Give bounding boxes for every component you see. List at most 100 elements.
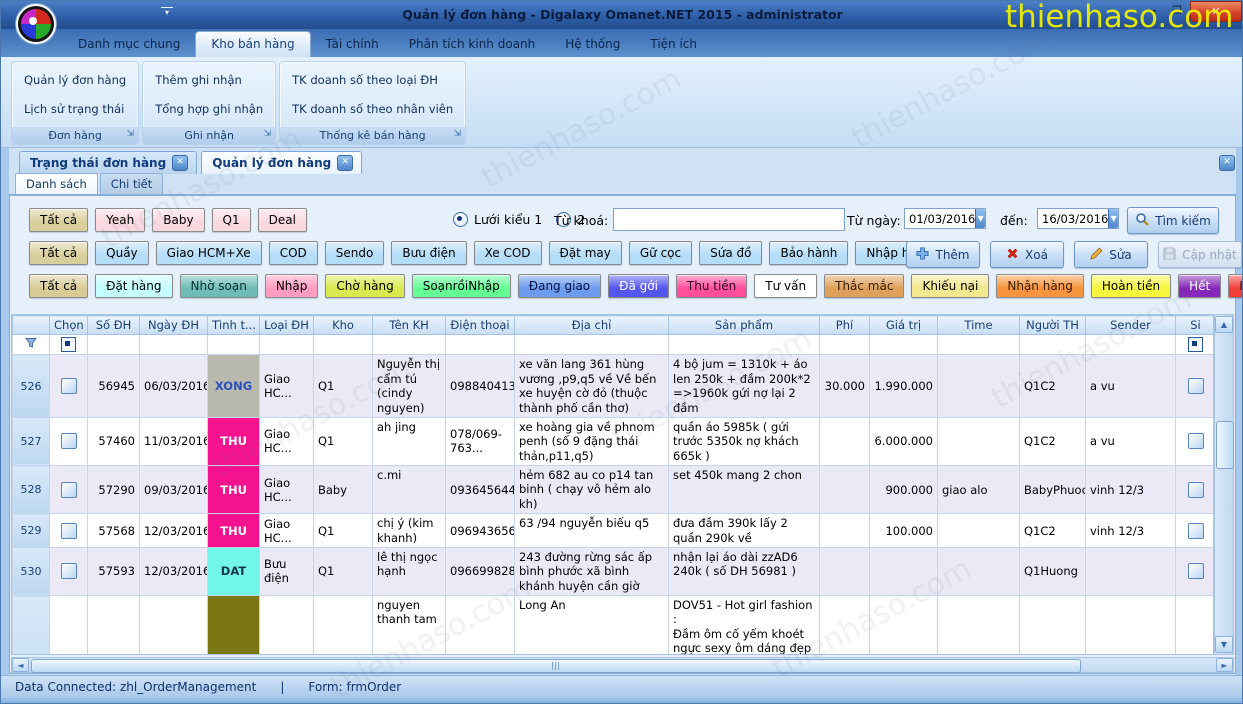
row-indicator[interactable]: 526 bbox=[13, 355, 50, 418]
filter-type-b-o-h-nh[interactable]: Bảo hành bbox=[769, 241, 848, 265]
cell-time[interactable] bbox=[938, 417, 1020, 465]
scroll-left-icon[interactable]: ◄ bbox=[12, 658, 29, 672]
column-header-ng-i-th[interactable]: Người TH bbox=[1020, 316, 1086, 335]
cell-so_dh[interactable]: 56455 bbox=[88, 596, 140, 656]
cell-so_dh[interactable]: 57568 bbox=[88, 514, 140, 548]
column-header-i-n-tho-i[interactable]: Điện thoại bbox=[446, 316, 515, 335]
from-date-dropdown-icon[interactable]: ▼ bbox=[975, 209, 985, 228]
filter-status-g-i[interactable]: Đã gới bbox=[608, 274, 669, 298]
filter-status-t-t-c[interactable]: Tất cả bbox=[29, 274, 88, 298]
row-checkbox[interactable] bbox=[61, 482, 77, 498]
app-logo-icon[interactable] bbox=[15, 3, 57, 45]
row-checkbox[interactable] bbox=[1188, 482, 1204, 498]
filter-cell-dia_chi[interactable] bbox=[515, 335, 669, 355]
horizontal-scroll-thumb[interactable] bbox=[31, 659, 1081, 673]
filter-cell-san_pham[interactable] bbox=[669, 335, 820, 355]
ribbon-button-qu-n-l-n-h-ng[interactable]: Quản lý đơn hàng bbox=[20, 71, 130, 89]
cell-so_dh[interactable]: 56945 bbox=[88, 355, 140, 418]
filter-checkbox[interactable] bbox=[61, 337, 76, 352]
filter-type-b-u-i-n[interactable]: Bưu điện bbox=[391, 241, 466, 265]
column-header-t-n-kh[interactable]: Tên KH bbox=[373, 316, 446, 335]
cell-dien_thoai[interactable]: 0966998282 bbox=[446, 547, 515, 595]
column-header-s-n-ph-m[interactable]: Sản phẩm bbox=[669, 316, 820, 335]
cell-loai_dh[interactable]: Sendo bbox=[260, 596, 314, 656]
cell-ngay_dh[interactable]: 12/03/2016 bbox=[140, 514, 208, 548]
ribbon-tab-t-i-ch-nh[interactable]: Tài chính bbox=[311, 32, 394, 57]
tab-close-icon[interactable]: ✕ bbox=[337, 155, 353, 171]
cell-chon[interactable] bbox=[50, 596, 88, 656]
cell-loai_dh[interactable]: Giao HC... bbox=[260, 466, 314, 514]
cell-ten_kh[interactable]: Nguyễn thị cẩm tú (cindy nguyen) bbox=[373, 355, 446, 418]
filter-cell-nguoi_th[interactable] bbox=[1020, 335, 1086, 355]
cell-sender[interactable]: a vu bbox=[1086, 417, 1176, 465]
cell-dia_chi[interactable]: 63 /94 nguyễn biếu q5 bbox=[515, 514, 669, 548]
column-header-a-ch[interactable]: Địa chỉ bbox=[515, 316, 669, 335]
cell-gia_tri[interactable]: 6.000.000 bbox=[870, 417, 938, 465]
ribbon-button-tk-doanh-s-theo-lo-i-h[interactable]: TK doanh số theo loại ĐH bbox=[288, 71, 457, 89]
filter-channel-q1[interactable]: Q1 bbox=[212, 208, 251, 232]
filter-status-nh-p[interactable]: Nhập bbox=[265, 274, 319, 298]
cell-san_pham[interactable]: quần áo 5985k ( gứi trước 5350k nợ khách… bbox=[669, 417, 820, 465]
cell-kho[interactable]: Q1 bbox=[314, 355, 373, 418]
cell-gia_tri[interactable]: 900.000 bbox=[870, 466, 938, 514]
ribbon-button-t-ng-h-p-ghi-nh-n[interactable]: Tổng hợp ghi nhận bbox=[151, 100, 267, 118]
filter-type-t-may[interactable]: Đặt may bbox=[549, 241, 622, 265]
scroll-right-icon[interactable]: ► bbox=[1216, 658, 1233, 672]
filter-cell-ngay_dh[interactable] bbox=[140, 335, 208, 355]
ribbon-button-l-ch-s-tr-ng-th-i[interactable]: Lịch sử trạng thái bbox=[20, 100, 130, 118]
column-header-t-nh-t[interactable]: Tình t... bbox=[208, 316, 260, 335]
cell-gia_tri[interactable]: 100.000 bbox=[870, 514, 938, 548]
close-button[interactable]: ✕ bbox=[1190, 1, 1242, 22]
minimize-button[interactable]: — bbox=[1138, 1, 1164, 19]
row-checkbox[interactable] bbox=[1188, 433, 1204, 449]
column-header-sender[interactable]: Sender bbox=[1086, 316, 1176, 335]
cell-sender[interactable]: a vu bbox=[1086, 355, 1176, 418]
sub-tab-danh-s-ch[interactable]: Danh sách bbox=[15, 173, 98, 194]
cell-si[interactable] bbox=[1176, 466, 1215, 514]
ribbon-tab-kho-b-n-h-ng[interactable]: Kho bán hàng bbox=[195, 31, 310, 57]
cell-nguoi_th[interactable]: Q1Huong bbox=[1020, 596, 1086, 656]
cell-gia_tri[interactable]: 376.000 bbox=[870, 596, 938, 656]
cell-time[interactable] bbox=[938, 547, 1020, 595]
cell-tinh_trang[interactable]: XONG bbox=[208, 355, 260, 418]
row-checkbox[interactable] bbox=[61, 433, 77, 449]
cell-sender[interactable]: vinh 12/3 bbox=[1086, 466, 1176, 514]
filter-status-t-v-n[interactable]: Tư vấn bbox=[754, 274, 817, 298]
row-checkbox[interactable] bbox=[1188, 563, 1204, 579]
filter-type-cod[interactable]: COD bbox=[269, 241, 318, 265]
filter-status-th-c-m-c[interactable]: Thắc mắc bbox=[824, 274, 904, 298]
cell-ten_kh[interactable]: c.mi bbox=[373, 466, 446, 514]
filter-status-h-t[interactable]: Hết bbox=[1178, 274, 1221, 298]
cell-dia_chi[interactable]: 243 đường rừng sác ấp bình phước xã bình… bbox=[515, 547, 669, 595]
column-header-lo-i-h[interactable]: Loại ĐH bbox=[260, 316, 314, 335]
cell-loai_dh[interactable]: Bưu điện bbox=[260, 547, 314, 595]
cell-si[interactable] bbox=[1176, 417, 1215, 465]
filter-cell-si[interactable] bbox=[1176, 335, 1215, 355]
filter-channel-t-t-c[interactable]: Tất cả bbox=[29, 208, 88, 232]
cell-loai_dh[interactable]: Giao HC... bbox=[260, 514, 314, 548]
filter-status-thu-ti-n[interactable]: Thu tiền bbox=[676, 274, 747, 298]
dialog-launcher-icon[interactable]: ⇲ bbox=[127, 129, 135, 139]
column-header-ng-y-h[interactable]: Ngày ĐH bbox=[140, 316, 208, 335]
cell-san_pham[interactable]: nhận lại áo dài zzAD6 240k ( số DH 56981… bbox=[669, 547, 820, 595]
cell-ngay_dh[interactable]: 11/03/2016 bbox=[140, 417, 208, 465]
filter-cell-tinh_trang[interactable] bbox=[208, 335, 260, 355]
cell-sender[interactable]: vinh 12/3 bbox=[1086, 514, 1176, 548]
row-indicator[interactable]: 527 bbox=[13, 417, 50, 465]
ribbon-button-th-m-ghi-nh-n[interactable]: Thêm ghi nhận bbox=[151, 71, 267, 89]
filter-status-t-h-ng[interactable]: Đặt hàng bbox=[95, 274, 172, 298]
cell-si[interactable] bbox=[1176, 355, 1215, 418]
cell-so_dh[interactable]: 57593 bbox=[88, 547, 140, 595]
cell-dia_chi[interactable]: xe hoàng gia về phnom penh (số 9 đặng th… bbox=[515, 417, 669, 465]
cell-sender[interactable] bbox=[1086, 547, 1176, 595]
row-checkbox[interactable] bbox=[61, 378, 77, 394]
cell-time[interactable] bbox=[938, 596, 1020, 656]
cell-phi[interactable]: 30.000 bbox=[820, 355, 870, 418]
filter-cell-chon[interactable] bbox=[50, 335, 88, 355]
row-checkbox[interactable] bbox=[1188, 523, 1204, 539]
cell-gia_tri[interactable] bbox=[870, 547, 938, 595]
cell-chon[interactable] bbox=[50, 514, 88, 548]
cell-dia_chi[interactable]: Long An bbox=[515, 596, 669, 656]
cell-dien_thoai[interactable]: 0936456444 bbox=[446, 466, 515, 514]
vertical-scrollbar[interactable]: ▲ ▼ bbox=[1214, 314, 1234, 655]
